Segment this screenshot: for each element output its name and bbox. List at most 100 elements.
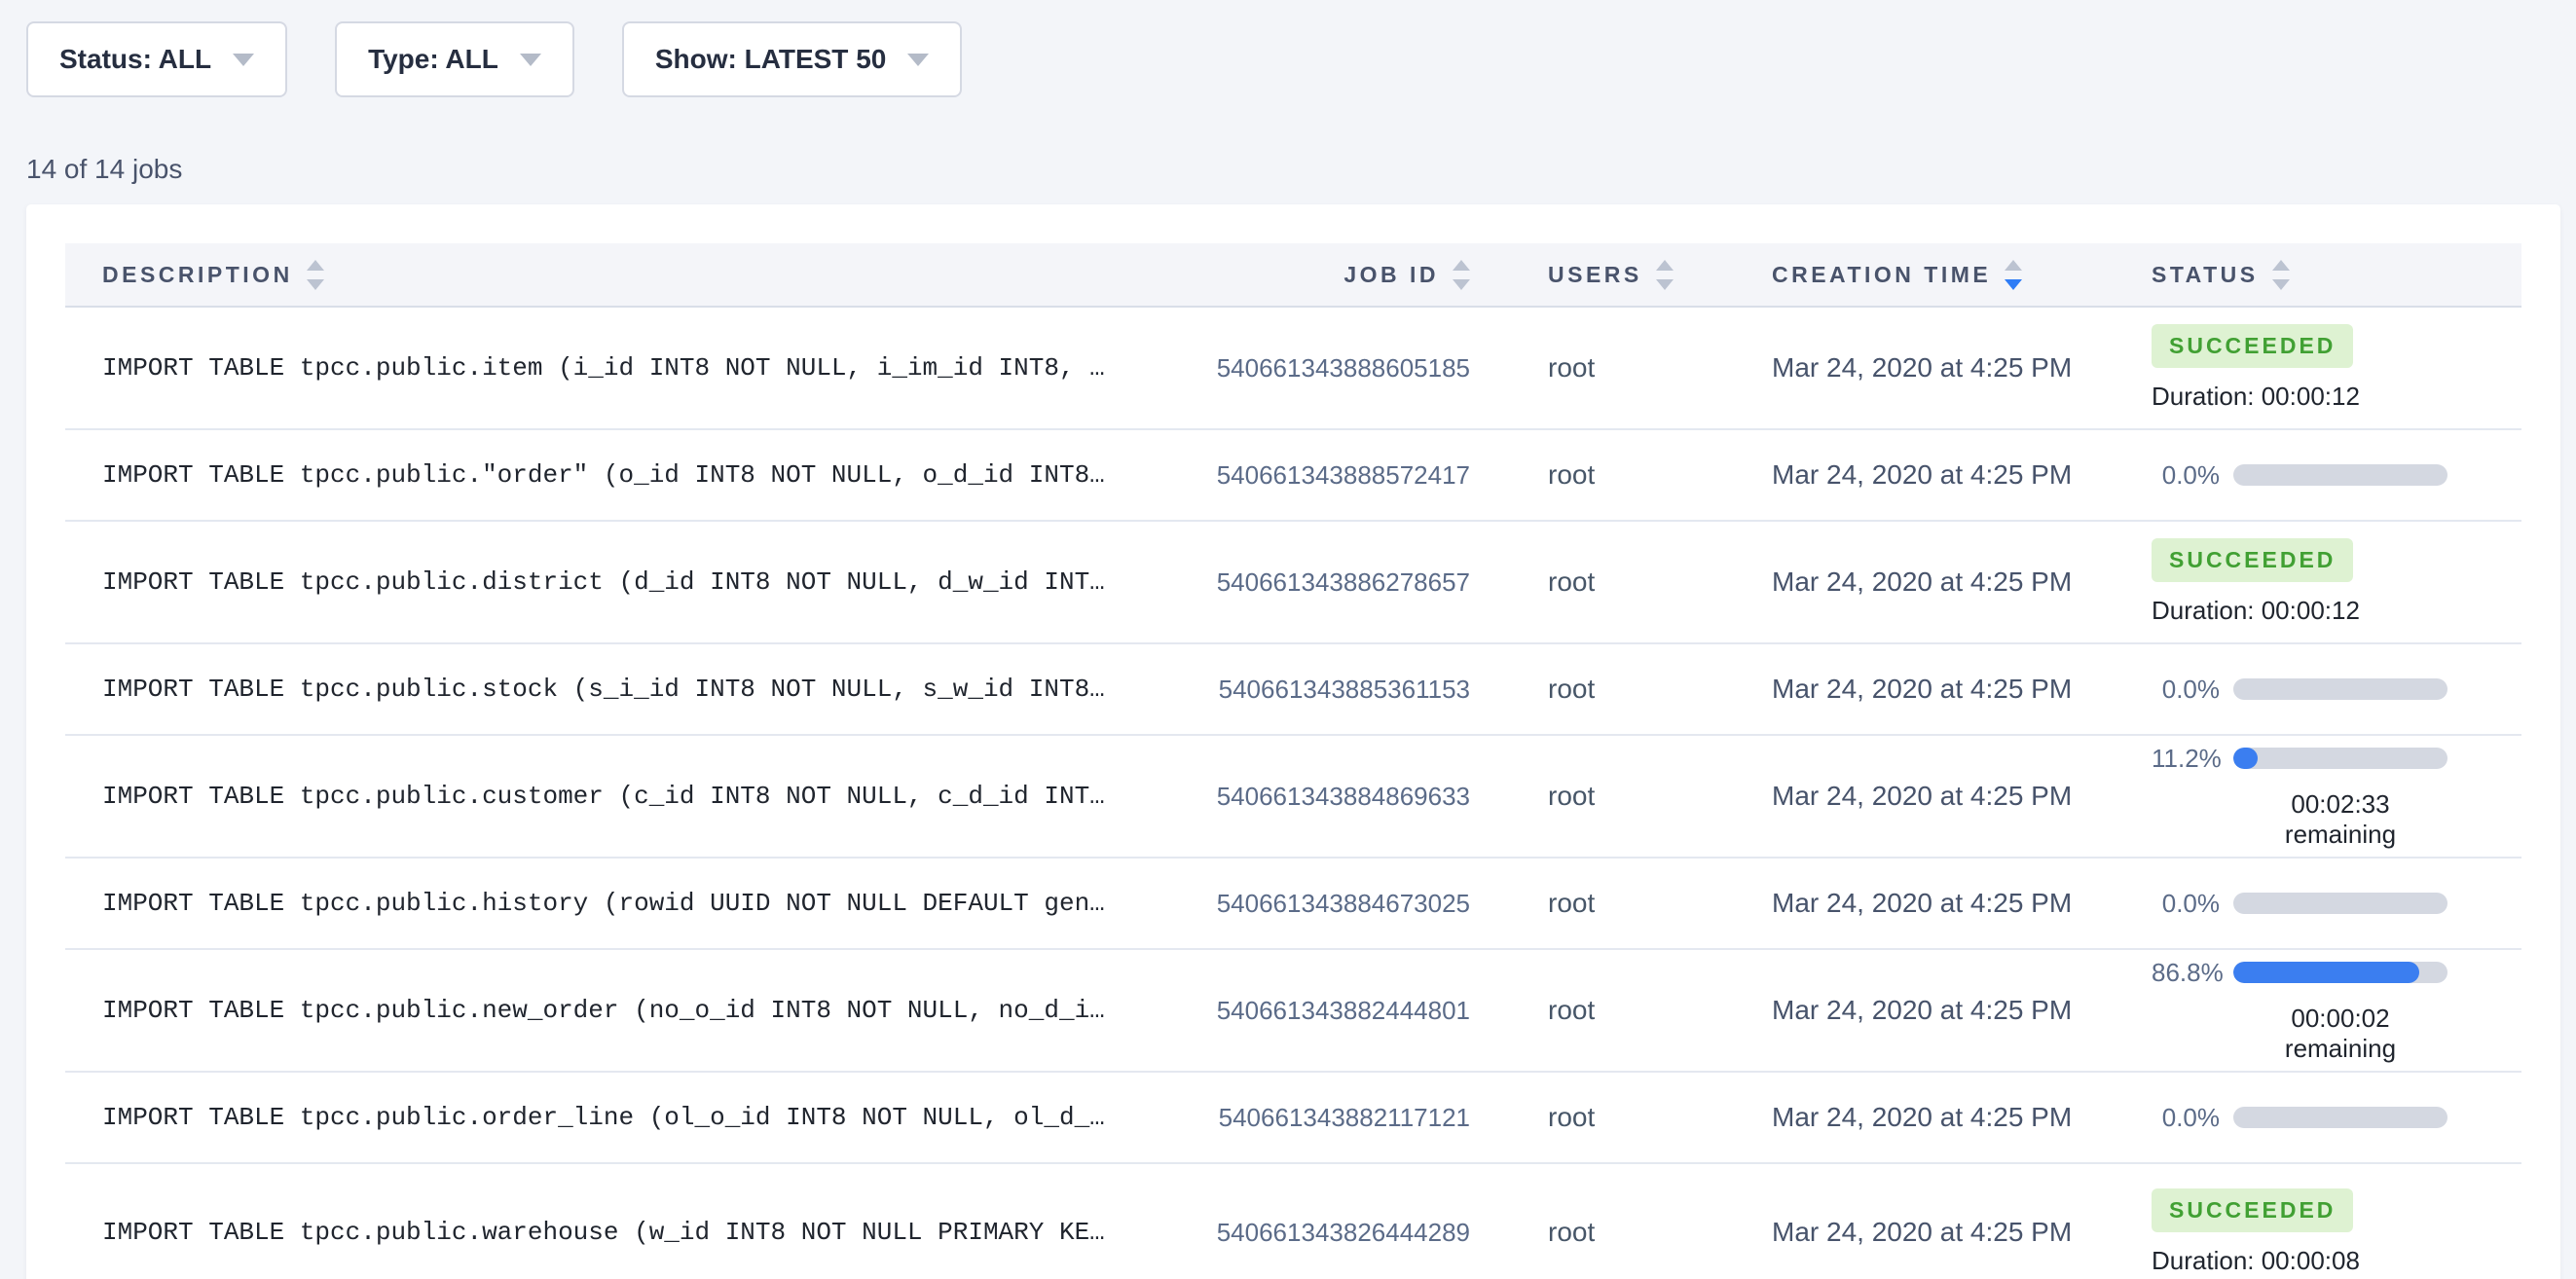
chevron-down-icon	[233, 54, 254, 66]
status-cell: 0.0%	[2122, 1103, 2521, 1133]
status-filter-dropdown[interactable]: Status: ALL	[26, 21, 287, 97]
job-description-cell: IMPORT TABLE tpcc.public."order" (o_id I…	[65, 460, 1210, 490]
job-duration: Duration: 00:00:08	[2152, 1246, 2521, 1276]
jobs-table: DESCRIPTION JOB ID USERS CREATION TIME S…	[65, 243, 2521, 1279]
progress-percent: 0.0%	[2152, 889, 2220, 919]
show-filter-dropdown[interactable]: Show: LATEST 50	[622, 21, 963, 97]
job-id-cell: 540661343888572417	[1210, 460, 1470, 491]
users-cell: root	[1470, 888, 1697, 919]
table-header-row: DESCRIPTION JOB ID USERS CREATION TIME S…	[65, 243, 2521, 308]
progress-bar	[2233, 678, 2447, 700]
creation-time-cell: Mar 24, 2020 at 4:25 PM	[1697, 1102, 2122, 1133]
sort-arrows-icon	[1453, 260, 1470, 290]
table-row: IMPORT TABLE tpcc.public.item (i_id INT8…	[65, 308, 2521, 430]
time-remaining: 00:00:02 remaining	[2233, 1004, 2447, 1064]
job-id-cell: 540661343884673025	[1210, 889, 1470, 919]
job-description-cell: IMPORT TABLE tpcc.public.item (i_id INT8…	[65, 353, 1210, 383]
filters-toolbar: Status: ALL Type: ALL Show: LATEST 50	[26, 21, 962, 97]
progress-bar	[2233, 1107, 2447, 1128]
type-filter-dropdown[interactable]: Type: ALL	[335, 21, 574, 97]
status-cell: SUCCEEDED Duration: 00:00:08	[2122, 1188, 2521, 1276]
job-id-cell: 540661343882117121	[1210, 1103, 1470, 1133]
status-cell: 0.0%	[2122, 675, 2521, 705]
users-cell: root	[1470, 995, 1697, 1026]
job-duration: Duration: 00:00:12	[2152, 382, 2521, 412]
column-header-users[interactable]: USERS	[1470, 260, 1697, 290]
table-row: IMPORT TABLE tpcc.public."order" (o_id I…	[65, 430, 2521, 522]
show-filter-label: Show: LATEST 50	[655, 44, 887, 75]
job-id-cell: 540661343888605185	[1210, 353, 1470, 384]
table-row: IMPORT TABLE tpcc.public.stock (s_i_id I…	[65, 644, 2521, 736]
progress-percent: 11.2%	[2152, 744, 2220, 774]
sort-arrows-icon	[1656, 260, 1674, 290]
users-cell: root	[1470, 459, 1697, 491]
users-cell: root	[1470, 1102, 1697, 1133]
sort-arrows-icon	[2272, 260, 2290, 290]
status-cell: 86.8% 00:00:02 remaining	[2122, 958, 2521, 1064]
progress-bar	[2233, 962, 2447, 983]
progress-bar	[2233, 464, 2447, 486]
table-row: IMPORT TABLE tpcc.public.order_line (ol_…	[65, 1073, 2521, 1164]
creation-time-cell: Mar 24, 2020 at 4:25 PM	[1697, 352, 2122, 384]
progress-percent: 0.0%	[2152, 675, 2220, 705]
progress-bar-fill	[2233, 962, 2419, 983]
creation-time-cell: Mar 24, 2020 at 4:25 PM	[1697, 1217, 2122, 1248]
chevron-down-icon	[907, 54, 929, 66]
progress-percent: 0.0%	[2152, 1103, 2220, 1133]
chevron-down-icon	[520, 54, 541, 66]
table-row: IMPORT TABLE tpcc.public.customer (c_id …	[65, 736, 2521, 859]
status-cell: 0.0%	[2122, 889, 2521, 919]
sort-arrows-icon-active-desc	[2005, 260, 2022, 290]
status-cell: SUCCEEDED Duration: 00:00:12	[2122, 324, 2521, 412]
progress-percent: 0.0%	[2152, 460, 2220, 491]
creation-time-cell: Mar 24, 2020 at 4:25 PM	[1697, 781, 2122, 812]
users-cell: root	[1470, 674, 1697, 705]
time-remaining: 00:02:33 remaining	[2233, 789, 2447, 850]
job-duration: Duration: 00:00:12	[2152, 596, 2521, 626]
status-cell: 0.0%	[2122, 460, 2521, 491]
status-badge: SUCCEEDED	[2152, 1188, 2353, 1232]
job-id-cell: 540661343886278657	[1210, 567, 1470, 598]
job-id-cell: 540661343882444801	[1210, 996, 1470, 1026]
status-badge: SUCCEEDED	[2152, 324, 2353, 368]
job-description-cell: IMPORT TABLE tpcc.public.history (rowid …	[65, 889, 1210, 918]
creation-time-cell: Mar 24, 2020 at 4:25 PM	[1697, 995, 2122, 1026]
job-description-cell: IMPORT TABLE tpcc.public.warehouse (w_id…	[65, 1218, 1210, 1247]
creation-time-cell: Mar 24, 2020 at 4:25 PM	[1697, 674, 2122, 705]
job-description-cell: IMPORT TABLE tpcc.public.customer (c_id …	[65, 782, 1210, 811]
status-cell: 11.2% 00:02:33 remaining	[2122, 744, 2521, 850]
job-description-cell: IMPORT TABLE tpcc.public.order_line (ol_…	[65, 1103, 1210, 1132]
creation-time-cell: Mar 24, 2020 at 4:25 PM	[1697, 888, 2122, 919]
column-header-description[interactable]: DESCRIPTION	[65, 260, 1210, 290]
jobs-count-summary: 14 of 14 jobs	[26, 154, 182, 185]
status-cell: SUCCEEDED Duration: 00:00:12	[2122, 538, 2521, 626]
table-row: IMPORT TABLE tpcc.public.history (rowid …	[65, 859, 2521, 950]
progress-bar	[2233, 893, 2447, 914]
users-cell: root	[1470, 566, 1697, 598]
creation-time-cell: Mar 24, 2020 at 4:25 PM	[1697, 459, 2122, 491]
table-row: IMPORT TABLE tpcc.public.new_order (no_o…	[65, 950, 2521, 1073]
job-description-cell: IMPORT TABLE tpcc.public.stock (s_i_id I…	[65, 675, 1210, 704]
type-filter-label: Type: ALL	[368, 44, 498, 75]
users-cell: root	[1470, 1217, 1697, 1248]
creation-time-cell: Mar 24, 2020 at 4:25 PM	[1697, 566, 2122, 598]
job-id-cell: 540661343826444289	[1210, 1218, 1470, 1248]
status-filter-label: Status: ALL	[59, 44, 211, 75]
job-id-cell: 540661343884869633	[1210, 782, 1470, 812]
progress-bar	[2233, 748, 2447, 769]
job-id-cell: 540661343885361153	[1210, 675, 1470, 705]
progress-bar-fill	[2233, 748, 2258, 769]
users-cell: root	[1470, 352, 1697, 384]
status-badge: SUCCEEDED	[2152, 538, 2353, 582]
sort-arrows-icon	[307, 260, 324, 290]
jobs-card: DESCRIPTION JOB ID USERS CREATION TIME S…	[26, 204, 2560, 1279]
column-header-job-id[interactable]: JOB ID	[1210, 260, 1470, 290]
column-header-creation-time[interactable]: CREATION TIME	[1697, 260, 2122, 290]
progress-percent: 86.8%	[2152, 958, 2220, 988]
job-description-cell: IMPORT TABLE tpcc.public.new_order (no_o…	[65, 996, 1210, 1025]
table-row: IMPORT TABLE tpcc.public.district (d_id …	[65, 522, 2521, 644]
column-header-status[interactable]: STATUS	[2122, 260, 2521, 290]
job-description-cell: IMPORT TABLE tpcc.public.district (d_id …	[65, 567, 1210, 597]
table-row: IMPORT TABLE tpcc.public.warehouse (w_id…	[65, 1164, 2521, 1279]
users-cell: root	[1470, 781, 1697, 812]
